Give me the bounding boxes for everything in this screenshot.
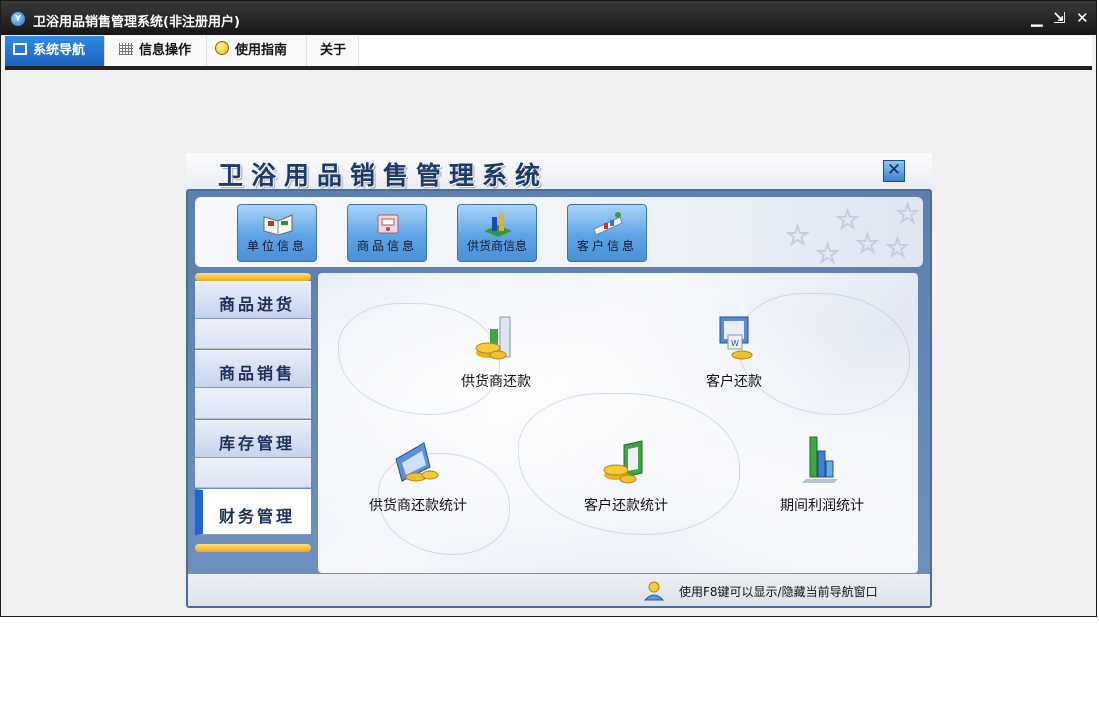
decor-star-icon: ☆ bbox=[814, 237, 841, 268]
tab-label: 使用指南 bbox=[235, 43, 288, 58]
item-label: 客户还款统计 bbox=[584, 498, 668, 514]
monitor-icon bbox=[13, 43, 27, 55]
quick-product-info-button[interactable]: 商品信息 bbox=[347, 204, 427, 262]
item-label: 供货商还款 bbox=[461, 374, 531, 390]
app-logo-icon: Y bbox=[11, 12, 25, 26]
menu-bar: 系统导航 信息操作 使用指南 关于 bbox=[5, 36, 1092, 70]
status-bar: 使用F8键可以显示/隐藏当前导航窗口 bbox=[188, 574, 930, 606]
item-supplier-repayment[interactable]: 供货商还款 bbox=[436, 313, 556, 391]
tab-label: 信息操作 bbox=[139, 43, 192, 58]
customer-repay-icon: W bbox=[719, 316, 753, 360]
svg-text:W: W bbox=[731, 339, 739, 348]
status-hint-text: 使用F8键可以显示/隐藏当前导航窗口 bbox=[679, 585, 878, 599]
nav-group-label: 财务管理 bbox=[219, 507, 296, 526]
item-period-profit-stats[interactable]: 期间利润统计 bbox=[752, 433, 892, 515]
quick-customer-info-button[interactable]: 客户信息 bbox=[567, 204, 647, 262]
navigation-panel: 卫浴用品销售管理系统 ✕ ☆ ☆ ☆ ☆ ☆ ☆ 单位信息 商品信息 供货商信息… bbox=[186, 153, 932, 608]
customer-icon bbox=[593, 212, 623, 236]
tab-label: 关于 bbox=[320, 43, 347, 58]
nav-spacer bbox=[195, 319, 311, 349]
item-supplier-repayment-stats[interactable]: 供货商还款统计 bbox=[348, 437, 488, 515]
decor-star-icon: ☆ bbox=[884, 231, 911, 265]
grid-icon bbox=[119, 43, 133, 55]
quick-unit-info-button[interactable]: 单位信息 bbox=[237, 204, 317, 262]
item-label: 客户还款 bbox=[706, 374, 762, 390]
panel-close-button[interactable]: ✕ bbox=[883, 160, 905, 182]
nav-spacer bbox=[195, 388, 311, 419]
nav-spacer bbox=[195, 458, 311, 488]
quick-access-bar: ☆ ☆ ☆ ☆ ☆ ☆ 单位信息 商品信息 供货商信息 客户信息 bbox=[195, 197, 923, 267]
app-window: Y 卫浴用品销售管理系统(非注册用户) ▁ ⇲ ✕ 系统导航 信息操作 使用指南… bbox=[0, 0, 1097, 617]
item-label: 供货商还款统计 bbox=[369, 498, 467, 514]
title-bar[interactable]: Y 卫浴用品销售管理系统(非注册用户) ▁ ⇲ ✕ bbox=[1, 1, 1096, 35]
nav-group-sales[interactable]: 商品销售 bbox=[195, 350, 311, 388]
tab-about[interactable]: 关于 bbox=[307, 36, 359, 66]
nav-group-purchase[interactable]: 商品进货 bbox=[195, 281, 311, 319]
tab-system-nav[interactable]: 系统导航 bbox=[5, 36, 105, 66]
window-title: 卫浴用品销售管理系统(非注册用户) bbox=[33, 15, 240, 30]
content-area: 供货商还款 W 客户还款 供货商还款统计 客户还款统计 期间利润统计 bbox=[318, 273, 918, 573]
nav-bottom-bar bbox=[195, 544, 311, 552]
restore-button[interactable]: ⇲ bbox=[1053, 9, 1066, 27]
panel-header: 卫浴用品销售管理系统 ✕ bbox=[186, 153, 932, 191]
book-icon bbox=[263, 214, 293, 236]
decor-star-icon: ☆ bbox=[854, 227, 881, 261]
quick-button-label: 客户信息 bbox=[576, 239, 637, 253]
nav-group-inventory[interactable]: 库存管理 bbox=[195, 420, 311, 458]
product-icon bbox=[377, 214, 399, 234]
nav-group-finance[interactable]: 财务管理 bbox=[195, 489, 311, 535]
tab-label: 系统导航 bbox=[33, 43, 86, 58]
nav-group-label: 库存管理 bbox=[219, 434, 296, 453]
item-customer-repayment-stats[interactable]: 客户还款统计 bbox=[556, 437, 696, 515]
nav-sidebar: 商品进货 商品销售 库存管理 财务管理 bbox=[195, 273, 311, 573]
minimize-button[interactable]: ▁ bbox=[1031, 9, 1043, 27]
quick-supplier-info-button[interactable]: 供货商信息 bbox=[457, 204, 537, 262]
profit-chart-icon bbox=[802, 436, 838, 483]
decor-star-icon: ☆ bbox=[894, 197, 921, 231]
nav-top-bar bbox=[195, 273, 311, 281]
supplier-stats-icon bbox=[395, 442, 439, 482]
item-customer-repayment[interactable]: W 客户还款 bbox=[674, 313, 794, 391]
tab-info-operation[interactable]: 信息操作 bbox=[111, 36, 207, 66]
supplier-repay-icon bbox=[475, 316, 511, 360]
user-tip-icon bbox=[643, 581, 665, 601]
quick-button-label: 供货商信息 bbox=[466, 239, 527, 253]
customer-stats-icon bbox=[603, 440, 643, 484]
quick-button-label: 商品信息 bbox=[356, 239, 417, 253]
close-window-button[interactable]: ✕ bbox=[1076, 9, 1089, 27]
nav-group-label: 商品销售 bbox=[219, 364, 296, 383]
nav-group-label: 商品进货 bbox=[219, 295, 296, 314]
supplier-chart-icon bbox=[484, 213, 512, 237]
quick-button-label: 单位信息 bbox=[246, 239, 307, 253]
bulb-icon bbox=[215, 41, 229, 55]
panel-title: 卫浴用品销售管理系统 bbox=[218, 161, 549, 190]
item-label: 期间利润统计 bbox=[780, 498, 864, 514]
decor-star-icon: ☆ bbox=[784, 219, 811, 253]
panel-body: ☆ ☆ ☆ ☆ ☆ ☆ 单位信息 商品信息 供货商信息 客户信息 商品进货 商品… bbox=[186, 189, 932, 608]
tab-user-guide[interactable]: 使用指南 bbox=[207, 36, 307, 66]
